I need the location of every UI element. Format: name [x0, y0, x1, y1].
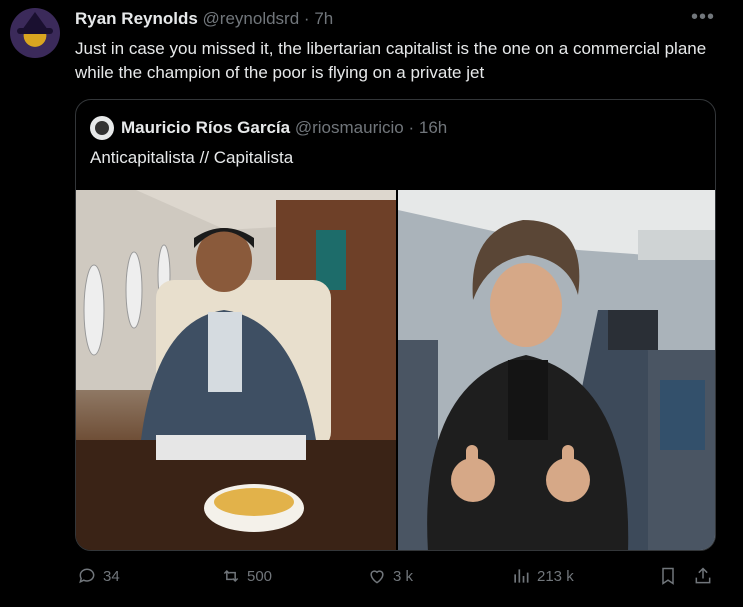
views-button[interactable]: 213 k — [511, 566, 574, 586]
quoted-time[interactable]: 16h — [419, 118, 447, 137]
views-count: 213 k — [537, 567, 574, 585]
quoted-text: Anticapitalista // Capitalista — [90, 148, 294, 167]
share-icon — [695, 567, 711, 584]
quoted-tweet[interactable]: Mauricio Ríos García @riosmauricio · 16h… — [75, 99, 716, 551]
quoted-author-name[interactable]: Mauricio Ríos García — [121, 118, 290, 137]
like-count: 3 k — [393, 567, 414, 585]
repost-icon — [223, 569, 239, 583]
bookmark-icon — [662, 567, 674, 585]
photo-commercial-plane[interactable] — [398, 190, 715, 550]
quoted-header: Mauricio Ríos García @riosmauricio · 16h — [121, 118, 447, 138]
author-handle[interactable]: @reynoldsrd — [203, 9, 300, 28]
tweet-text: Just in case you missed it, the libertar… — [75, 39, 707, 82]
dot-separator: · — [303, 9, 310, 28]
media-grid — [76, 190, 715, 550]
heart-icon — [370, 570, 384, 584]
reply-icon — [79, 568, 95, 584]
repost-count: 500 — [247, 567, 273, 585]
tweet-header: Ryan Reynolds @reynoldsrd · 7h — [75, 9, 333, 29]
private-jet-illustration — [76, 190, 396, 550]
reply-count: 34 — [103, 567, 120, 585]
dot-separator: · — [408, 118, 415, 137]
tweet-time[interactable]: 7h — [314, 9, 333, 28]
quoted-avatar[interactable] — [90, 116, 114, 140]
quoted-author-handle[interactable]: @riosmauricio — [295, 118, 404, 137]
like-button[interactable]: 3 k — [367, 566, 413, 586]
more-icon[interactable]: ••• — [691, 6, 715, 29]
commercial-plane-illustration — [398, 190, 715, 550]
author-name[interactable]: Ryan Reynolds — [75, 9, 198, 28]
share-button[interactable] — [693, 566, 713, 586]
avatar[interactable] — [10, 8, 60, 58]
reply-button[interactable]: 34 — [77, 566, 120, 586]
repost-button[interactable]: 500 — [221, 566, 272, 586]
photo-private-jet[interactable] — [76, 190, 396, 550]
action-bar: 34 500 3 k 213 k — [75, 566, 725, 594]
bookmark-button[interactable] — [658, 566, 678, 586]
views-icon — [514, 569, 529, 583]
